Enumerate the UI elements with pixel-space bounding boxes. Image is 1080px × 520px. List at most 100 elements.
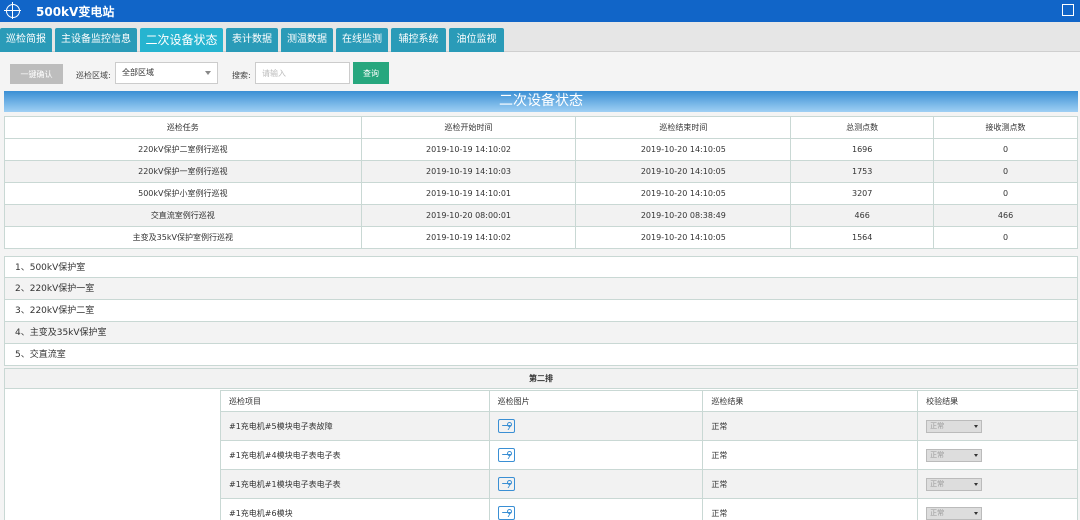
column-header: 接收测点数: [933, 116, 1078, 139]
received-points: 466: [933, 204, 1078, 227]
received-points: 0: [933, 138, 1078, 161]
search-input[interactable]: [255, 62, 350, 84]
check-result-cell: 正常: [917, 411, 1078, 441]
table-row: #1充电机#4模块电子表电子表 正常 正常: [220, 440, 1078, 470]
tab-secondary-equipment[interactable]: 二次设备状态: [140, 28, 223, 52]
start-time: 2019-10-19 14:10:02: [360, 226, 577, 249]
inspection-photo: [488, 411, 704, 441]
room-item-ac-dc[interactable]: 5、交直流室: [4, 344, 1078, 366]
room-item-main-transformer[interactable]: 4、主变及35kV保护室: [4, 322, 1078, 344]
column-header: 巡检开始时间: [360, 116, 577, 139]
task-name: 220kV保护二室例行巡视: [4, 138, 362, 161]
room-list: 1、500kV保护室 2、220kV保护一室 3、220kV保护二室 4、主变及…: [4, 256, 1078, 366]
table-row: #1充电机#5模块电子表故障 正常 正常: [220, 411, 1078, 441]
title-bar: 500kV变电站: [0, 0, 1080, 22]
tab-temperature[interactable]: 测温数据: [281, 28, 333, 52]
check-result-cell: 正常: [917, 498, 1078, 520]
image-icon[interactable]: [497, 448, 515, 462]
check-result-value: 正常: [930, 508, 945, 517]
exit-icon[interactable]: [1062, 4, 1074, 16]
end-time: 2019-10-20 14:10:05: [575, 182, 792, 205]
inspection-result: 正常: [702, 411, 919, 441]
inspection-photo: [488, 498, 704, 520]
received-points: 0: [933, 226, 1078, 249]
table-row[interactable]: 220kV保护二室例行巡视 2019-10-19 14:10:02 2019-1…: [4, 138, 1078, 161]
inspection-result: 正常: [702, 469, 919, 499]
task-name: 220kV保护一室例行巡视: [4, 160, 362, 183]
image-icon[interactable]: [497, 419, 515, 433]
task-name: 交直流室例行巡视: [4, 204, 362, 227]
confirm-all-button[interactable]: 一键确认: [10, 64, 63, 84]
chevron-down-icon: [974, 511, 979, 515]
total-points: 1753: [790, 160, 935, 183]
check-result-select[interactable]: 正常: [926, 448, 983, 462]
column-header: 巡检结果: [702, 390, 919, 412]
column-header: 巡检结束时间: [575, 116, 792, 139]
check-result-select[interactable]: 正常: [926, 419, 983, 433]
inspection-photo: [488, 440, 704, 470]
received-points: 0: [933, 182, 1078, 205]
inspection-result: 正常: [702, 440, 919, 470]
chevron-down-icon: [974, 453, 979, 457]
task-table-header: 巡检任务 巡检开始时间 巡检结束时间 总测点数 接收测点数: [4, 116, 1078, 139]
area-select[interactable]: 全部区域: [115, 62, 218, 84]
tab-aux-control[interactable]: 辅控系统: [391, 28, 446, 52]
check-result-cell: 正常: [917, 469, 1078, 499]
column-header: 巡检任务: [4, 116, 362, 139]
row-group-title: 第二排: [4, 368, 1078, 389]
query-button[interactable]: 查询: [353, 62, 389, 84]
check-result-select[interactable]: 正常: [926, 477, 983, 491]
inspection-item: #1充电机#5模块电子表故障: [220, 411, 490, 441]
chevron-down-icon: [205, 71, 211, 75]
check-result-select[interactable]: 正常: [926, 506, 983, 520]
column-header: 校验结果: [917, 390, 1078, 412]
end-time: 2019-10-20 14:10:05: [575, 160, 792, 183]
check-result-value: 正常: [930, 479, 945, 488]
table-row: #1充电机#1模块电子表电子表 正常 正常: [220, 469, 1078, 499]
total-points: 466: [790, 204, 935, 227]
tab-oil-level[interactable]: 油位监视: [449, 28, 504, 52]
column-header: 总测点数: [790, 116, 935, 139]
start-time: 2019-10-19 14:10:01: [360, 182, 577, 205]
tab-meter-data[interactable]: 表计数据: [226, 28, 278, 52]
tab-main-equipment[interactable]: 主设备监控信息: [55, 28, 137, 52]
inspection-photo: [488, 469, 704, 499]
table-row[interactable]: 220kV保护一室例行巡视 2019-10-19 14:10:03 2019-1…: [4, 160, 1078, 183]
room-item-500kv[interactable]: 1、500kV保护室: [4, 256, 1078, 278]
table-row: #1充电机#6模块 正常 正常: [220, 498, 1078, 520]
start-time: 2019-10-19 14:10:03: [360, 160, 577, 183]
crosshair-icon: [4, 2, 21, 19]
inspection-item: #1充电机#6模块: [220, 498, 490, 520]
table-row[interactable]: 交直流室例行巡视 2019-10-20 08:00:01 2019-10-20 …: [4, 204, 1078, 227]
chevron-down-icon: [974, 482, 979, 486]
tab-brief[interactable]: 巡检简报: [0, 28, 52, 52]
end-time: 2019-10-20 14:10:05: [575, 138, 792, 161]
inspection-item: #1充电机#1模块电子表电子表: [220, 469, 490, 499]
inspection-detail-table: 巡检项目 巡检图片 巡检结果 校验结果 #1充电机#5模块电子表故障 正常 正常…: [220, 390, 1078, 520]
inspection-item: #1充电机#4模块电子表电子表: [220, 440, 490, 470]
task-name: 500kV保护小室例行巡视: [4, 182, 362, 205]
task-name: 主变及35kV保护室例行巡视: [4, 226, 362, 249]
received-points: 0: [933, 160, 1078, 183]
start-time: 2019-10-19 14:10:02: [360, 138, 577, 161]
app-title: 500kV变电站: [36, 4, 115, 19]
check-result-cell: 正常: [917, 440, 1078, 470]
image-icon[interactable]: [497, 506, 515, 520]
table-row[interactable]: 主变及35kV保护室例行巡视 2019-10-19 14:10:02 2019-…: [4, 226, 1078, 249]
search-label: 搜索:: [232, 71, 251, 80]
image-icon[interactable]: [497, 477, 515, 491]
table-row[interactable]: 500kV保护小室例行巡视 2019-10-19 14:10:01 2019-1…: [4, 182, 1078, 205]
end-time: 2019-10-20 08:38:49: [575, 204, 792, 227]
total-points: 1696: [790, 138, 935, 161]
room-item-220kv-two[interactable]: 3、220kV保护二室: [4, 300, 1078, 322]
end-time: 2019-10-20 14:10:05: [575, 226, 792, 249]
task-table: 巡检任务 巡检开始时间 巡检结束时间 总测点数 接收测点数 220kV保护二室例…: [4, 116, 1078, 249]
nav-tabs: 巡检简报 主设备监控信息 二次设备状态 表计数据 测温数据 在线监测 辅控系统 …: [0, 22, 1080, 52]
chevron-down-icon: [974, 424, 979, 428]
check-result-value: 正常: [930, 450, 945, 459]
section-title: 二次设备状态: [4, 91, 1078, 112]
room-item-220kv-one[interactable]: 2、220kV保护一室: [4, 278, 1078, 300]
tab-online-monitoring[interactable]: 在线监测: [336, 28, 388, 52]
area-label: 巡检区域:: [76, 71, 111, 80]
area-select-value: 全部区域: [122, 68, 154, 77]
